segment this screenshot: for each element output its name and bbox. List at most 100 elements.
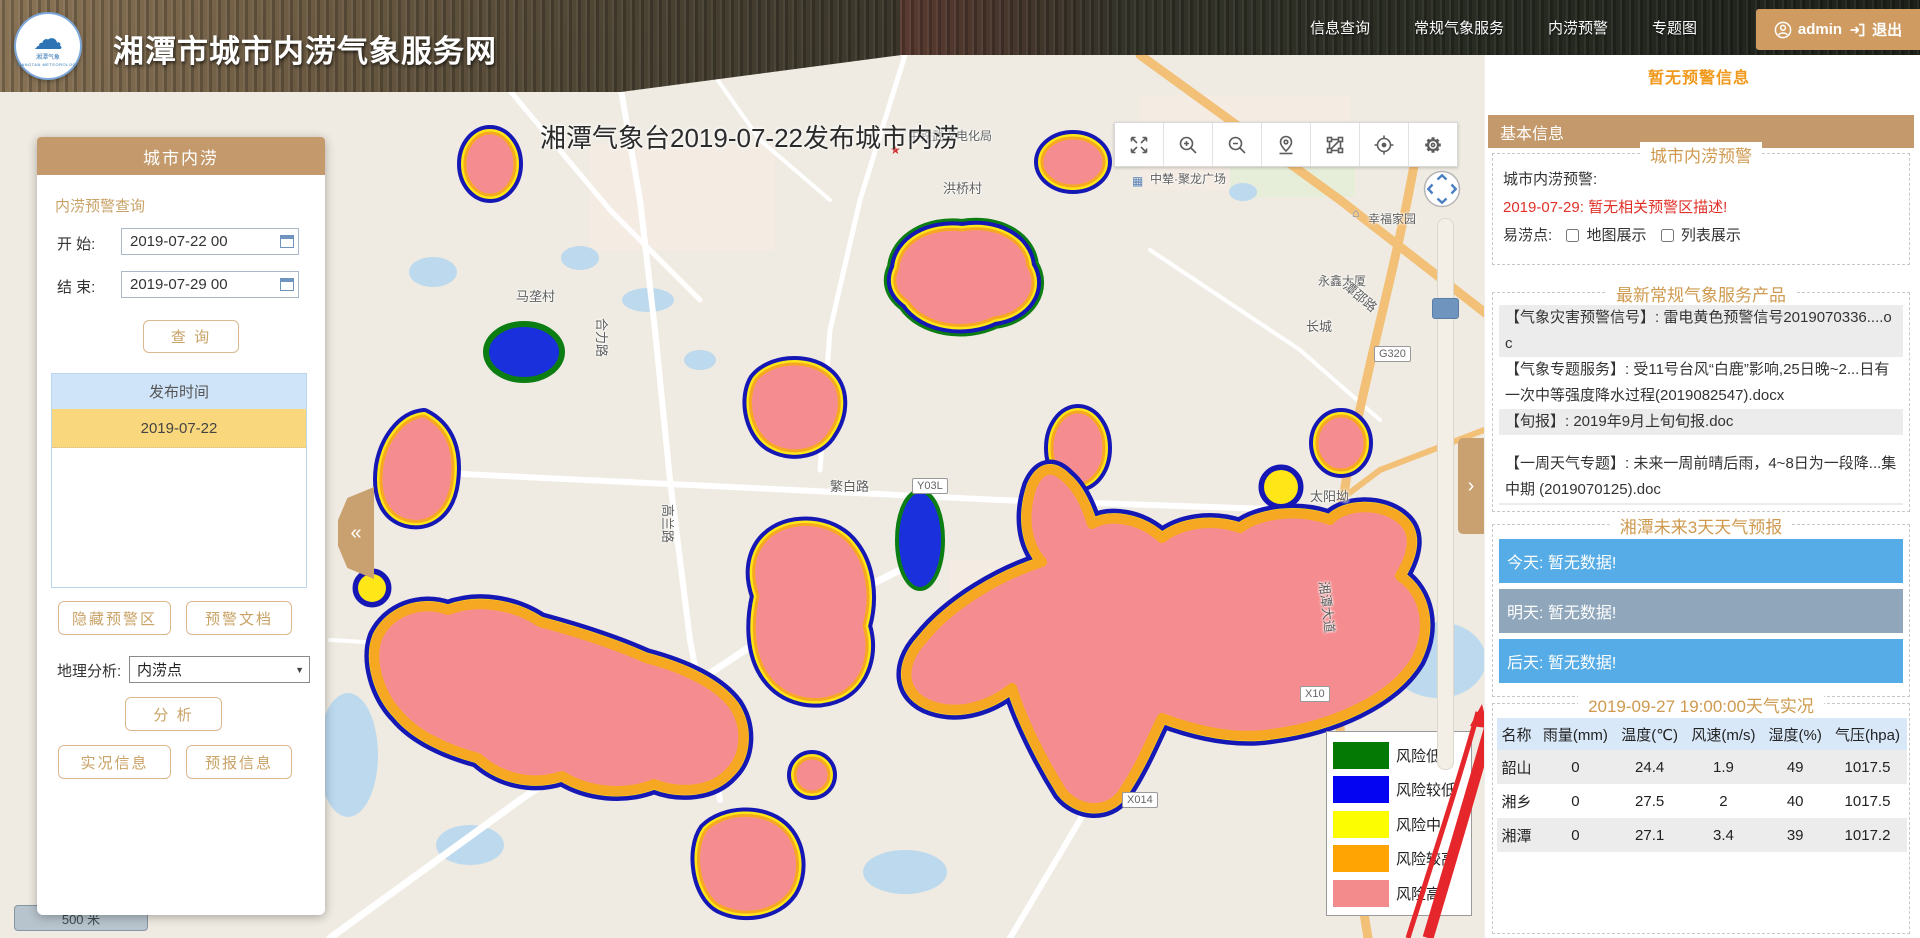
geo-analysis-select[interactable]: 内涝点 ▼ bbox=[129, 656, 310, 683]
map-label: 太阳坳 bbox=[1310, 486, 1349, 505]
waterlogging-query-panel: 城市内涝 内涝预警查询 开 始: 结 束: 查 询 发布时间 2019-07-2… bbox=[37, 137, 325, 915]
products-section: 最新常规气象服务产品 【气象灾害预警信号】: 雷电黄色预警信号201907033… bbox=[1492, 292, 1910, 512]
product-item[interactable]: 【一周天气专题】: 未来一周前晴后雨，4~8日为一段降...集中期 (20190… bbox=[1499, 451, 1903, 503]
road-badge: Y03L bbox=[912, 478, 948, 494]
cell: 1017.5 bbox=[1828, 784, 1907, 818]
product-item[interactable]: 【旬报】: 2019年9月上旬旬报.doc bbox=[1499, 409, 1903, 435]
zoom-out-icon[interactable] bbox=[1213, 123, 1262, 166]
start-date-input[interactable] bbox=[121, 228, 299, 255]
col-pressure: 气压(hpa) bbox=[1828, 718, 1907, 750]
forecast-tomorrow-text: 明天: 暂无数据! bbox=[1507, 599, 1616, 623]
logo-text-en: XIANGTAN METEOROLOGY bbox=[17, 62, 80, 68]
cell: 1017.5 bbox=[1828, 750, 1907, 784]
user-box: admin 退出 bbox=[1756, 9, 1920, 50]
road-badge: X10 bbox=[1300, 686, 1330, 702]
app-window: 马垄村 洪桥村 中铁武汉电化局 中辇·聚龙广场 幸福家园 永鑫大厦 长城 繁白路… bbox=[0, 0, 1920, 938]
warning-section: 城市内涝预警 城市内涝预警: 2019-07-29: 暂无相关预警区描述! 易涝… bbox=[1492, 153, 1910, 265]
cell: 39 bbox=[1762, 818, 1828, 852]
live-weather-legend: 2019-09-27 19:00:00天气实况 bbox=[1578, 692, 1824, 717]
calendar-icon[interactable] bbox=[280, 235, 294, 248]
forecast-tomorrow-bar: 明天: 暂无数据! bbox=[1499, 589, 1903, 633]
zoom-in-icon[interactable] bbox=[1164, 123, 1213, 166]
building-icon: ▦ bbox=[1132, 174, 1143, 188]
col-humidity: 湿度(%) bbox=[1762, 718, 1828, 750]
product-item[interactable]: 【一周逐日滚动预报】: 2019-06-18.doc bbox=[1499, 503, 1903, 505]
col-name: 名称 bbox=[1497, 718, 1536, 750]
chevron-left-icon: « bbox=[350, 522, 361, 545]
settings-gear-icon[interactable] bbox=[1409, 123, 1457, 166]
cell: 0 bbox=[1536, 818, 1615, 852]
live-info-button[interactable]: 实况信息 bbox=[58, 745, 171, 779]
cell: 1017.2 bbox=[1828, 818, 1907, 852]
map-toolbar bbox=[1114, 122, 1458, 167]
list-display-checkbox[interactable] bbox=[1661, 229, 1674, 242]
logout-icon bbox=[1848, 21, 1866, 39]
forecast-today-text: 今天: 暂无数据! bbox=[1507, 549, 1616, 573]
road-badge: G320 bbox=[1374, 346, 1411, 362]
warning-line2: 2019-07-29: 暂无相关预警区描述! bbox=[1503, 196, 1727, 217]
cloud-logo-icon: ☁ bbox=[33, 25, 63, 55]
hide-warning-zone-button[interactable]: 隐藏预警区 bbox=[58, 601, 171, 635]
table-row: 韶山 0 24.4 1.9 49 1017.5 bbox=[1497, 750, 1907, 784]
left-panel-title: 城市内涝 bbox=[37, 137, 325, 175]
collapse-right-panel-tab[interactable]: › bbox=[1458, 438, 1484, 534]
map-label: 洪桥村 bbox=[943, 178, 982, 197]
forecast-section: 湘潭未来3天天气预报 今天: 暂无数据! 明天: 暂无数据! 后天: 暂无数据! bbox=[1492, 524, 1910, 697]
analyze-button[interactable]: 分 析 bbox=[125, 697, 222, 731]
col-temp: 温度(℃) bbox=[1615, 718, 1685, 750]
query-section-label: 内涝预警查询 bbox=[55, 195, 145, 216]
map-display-label: 地图展示 bbox=[1587, 227, 1647, 244]
user-name[interactable]: admin bbox=[1798, 21, 1842, 38]
nav-thematic-map[interactable]: 专题图 bbox=[1652, 17, 1697, 38]
end-date-input[interactable] bbox=[121, 271, 299, 298]
map-label: 合力路 bbox=[593, 318, 612, 357]
map-label: 繁白路 bbox=[830, 476, 869, 495]
chevron-down-icon: ▼ bbox=[295, 665, 304, 675]
site-title: 湘潭市城市内涝气象服务网 bbox=[113, 26, 497, 71]
fullscreen-icon[interactable] bbox=[1115, 123, 1164, 166]
list-display-label: 列表展示 bbox=[1681, 227, 1741, 244]
site-logo: ☁ 湘潭气象 XIANGTAN METEOROLOGY bbox=[16, 14, 80, 78]
cell: 2 bbox=[1684, 784, 1762, 818]
cell: 27.1 bbox=[1615, 818, 1685, 852]
map-display-checkbox[interactable] bbox=[1566, 229, 1579, 242]
publish-time-row-selected[interactable]: 2019-07-22 bbox=[52, 409, 306, 448]
product-item[interactable]: 【气象专题服务】: 受11号台风“白鹿”影响,25日晚~2...日有一次中等强度… bbox=[1499, 357, 1903, 409]
logo-text-cn: 湘潭气象 bbox=[36, 55, 60, 62]
warning-section-legend: 城市内涝预警 bbox=[1640, 142, 1762, 167]
products-gap bbox=[1499, 435, 1903, 451]
cell: 40 bbox=[1762, 784, 1828, 818]
geo-analysis-label: 地理分析: bbox=[57, 660, 121, 681]
forecast-day3-bar: 后天: 暂无数据! bbox=[1499, 639, 1903, 683]
main-nav: 信息查询 常规气象服务 内涝预警 专题图 bbox=[1310, 0, 1697, 55]
draw-polygon-icon[interactable] bbox=[1311, 123, 1360, 166]
map-pan-control[interactable] bbox=[1423, 170, 1461, 208]
calendar-icon[interactable] bbox=[280, 278, 294, 291]
map-zoom-slider-handle[interactable] bbox=[1432, 298, 1459, 319]
nav-regular-weather-service[interactable]: 常规气象服务 bbox=[1414, 17, 1504, 38]
publish-time-table: 发布时间 2019-07-22 bbox=[51, 373, 307, 588]
table-row: 湘乡 0 27.5 2 40 1017.5 bbox=[1497, 784, 1907, 818]
logout-button[interactable]: 退出 bbox=[1872, 19, 1902, 40]
col-wind: 风速(m/s) bbox=[1684, 718, 1762, 750]
end-date-wrap bbox=[121, 271, 299, 298]
products-section-legend: 最新常规气象服务产品 bbox=[1606, 281, 1796, 306]
road-badge: X014 bbox=[1122, 792, 1158, 808]
products-list: 【气象灾害预警信号】: 雷电黄色预警信号2019070336....oc 【气象… bbox=[1499, 305, 1903, 505]
map-label: 幸福家园 bbox=[1368, 210, 1416, 227]
locate-marker-icon[interactable] bbox=[1262, 123, 1311, 166]
product-item[interactable]: 【气象灾害预警信号】: 雷电黄色预警信号2019070336....oc bbox=[1499, 305, 1903, 357]
forecast-day3-text: 后天: 暂无数据! bbox=[1507, 649, 1616, 673]
nav-info-query[interactable]: 信息查询 bbox=[1310, 17, 1370, 38]
warning-doc-button[interactable]: 预警文档 bbox=[186, 601, 292, 635]
table-row: 湘潭 0 27.1 3.4 39 1017.2 bbox=[1497, 818, 1907, 852]
nav-waterlogging-warning[interactable]: 内涝预警 bbox=[1548, 17, 1608, 38]
query-button[interactable]: 查 询 bbox=[143, 320, 239, 353]
target-icon[interactable] bbox=[1360, 123, 1409, 166]
map-label: 长城 bbox=[1306, 316, 1332, 335]
forecast-section-legend: 湘潭未来3天天气预报 bbox=[1610, 513, 1792, 538]
forecast-info-button[interactable]: 预报信息 bbox=[186, 745, 292, 779]
map-label: 高兰路 bbox=[659, 504, 678, 543]
map-bulletin-title: 湘潭气象台2019-07-22发布城市内涝 bbox=[540, 118, 959, 155]
map-label: 中辇·聚龙广场 bbox=[1150, 170, 1226, 187]
